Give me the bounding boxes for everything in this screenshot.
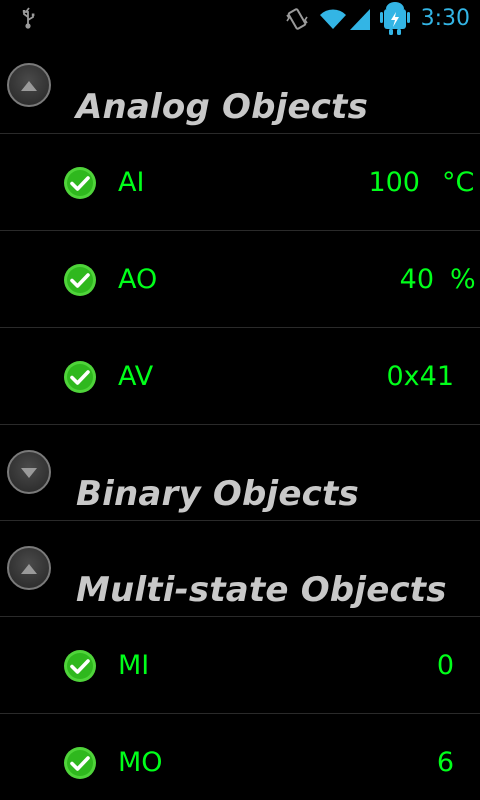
object-name: MI xyxy=(118,650,150,681)
object-name: AO xyxy=(118,264,158,295)
object-unit: % xyxy=(450,264,476,295)
object-value: 6 xyxy=(436,747,454,778)
list-item[interactable]: AV 0x41 xyxy=(0,328,480,425)
vibrate-icon xyxy=(282,0,312,38)
check-icon xyxy=(63,649,97,683)
group-title: Analog Objects xyxy=(76,87,369,127)
object-value: 100 xyxy=(368,167,420,198)
list-item[interactable]: MI 0 xyxy=(0,617,480,714)
object-value: 0x41 xyxy=(386,361,454,392)
check-icon xyxy=(63,746,97,780)
group-header-multistate[interactable]: Multi-state Objects xyxy=(0,521,480,617)
signal-icon xyxy=(348,0,372,38)
object-list: Analog Objects AI 100 °C AO 40 % AV 0x41… xyxy=(0,38,480,800)
collapse-button[interactable] xyxy=(7,546,51,590)
list-item[interactable]: AI 100 °C xyxy=(0,134,480,231)
check-icon xyxy=(63,263,97,297)
object-value: 40 xyxy=(399,264,434,295)
object-name: MO xyxy=(118,747,163,778)
expand-button[interactable] xyxy=(7,450,51,494)
group-title: Multi-state Objects xyxy=(76,570,447,610)
group-title: Binary Objects xyxy=(76,474,359,514)
object-name: AI xyxy=(118,167,145,198)
usb-icon xyxy=(14,0,44,38)
list-item[interactable]: MO 6 xyxy=(0,714,480,800)
chevron-down-icon xyxy=(21,463,37,482)
list-item[interactable]: AO 40 % xyxy=(0,231,480,328)
check-icon xyxy=(63,166,97,200)
group-header-analog[interactable]: Analog Objects xyxy=(0,38,480,134)
check-icon xyxy=(63,360,97,394)
object-unit: °C xyxy=(442,167,475,198)
battery-charging-icon xyxy=(378,0,412,38)
clock: 3:30 xyxy=(420,6,470,31)
object-name: AV xyxy=(118,361,154,392)
group-header-binary[interactable]: Binary Objects xyxy=(0,425,480,521)
wifi-icon xyxy=(318,0,348,38)
status-bar: 3:30 xyxy=(0,0,480,38)
chevron-up-icon xyxy=(21,559,37,578)
collapse-button[interactable] xyxy=(7,63,51,107)
object-value: 0 xyxy=(436,650,454,681)
chevron-up-icon xyxy=(21,76,37,95)
